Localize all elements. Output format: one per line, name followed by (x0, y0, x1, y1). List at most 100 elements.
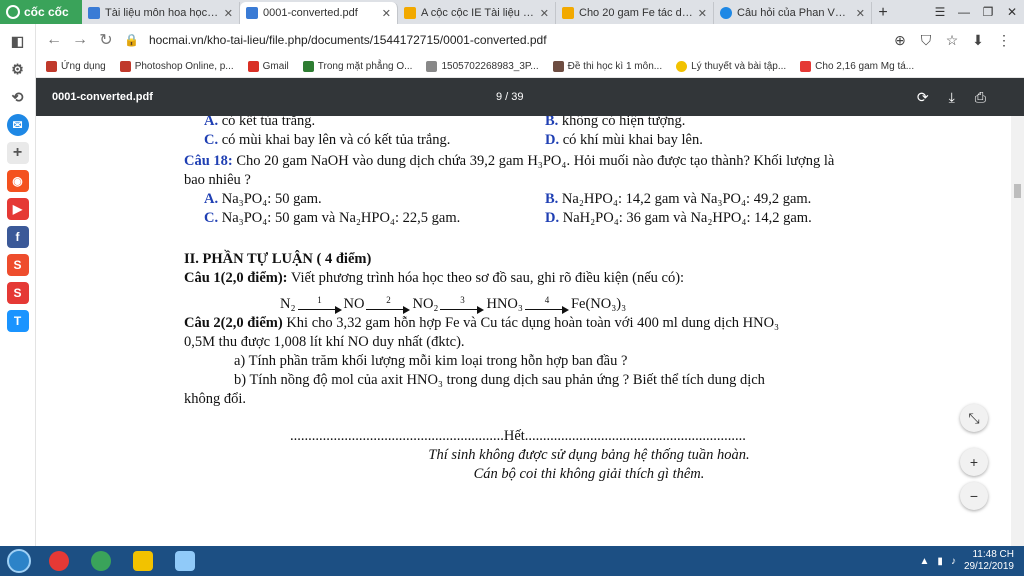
browser-sidebar: ◧ ⚙ ⟲ ✉ + ◉ ▶ f S S T (0, 24, 36, 546)
bookmark-favicon-icon (676, 61, 688, 72)
reload-icon[interactable]: ↻ (98, 30, 114, 50)
essay-question-2a: a) Tính phần trăm khối lượng mỗi kim loạ… (234, 353, 628, 369)
bookmark-item[interactable]: Ứng dụng (46, 61, 106, 72)
bookmark-item[interactable]: Đề thi học kì 1 môn... (552, 61, 662, 72)
bookmark-item[interactable]: Gmail (247, 61, 289, 72)
menu-icon[interactable]: ☰ (928, 0, 952, 24)
essay-question-1: Câu 1(2,0 điểm): Viết phương trình hóa h… (184, 270, 685, 286)
messenger-icon[interactable]: ✉ (6, 114, 29, 136)
tab-title: Tài liệu môn hoa học lớp 11 (105, 7, 219, 19)
tab-strip: cốc cốc Tài liệu môn hoa học lớp 11 ✕ 00… (0, 0, 1024, 24)
tray-arrow-icon[interactable]: ▲ (920, 556, 930, 567)
tab-close-icon[interactable]: ✕ (698, 7, 707, 20)
tab-favicon-icon (720, 7, 732, 19)
pdf-toolbar: 0001-converted.pdf 9 / 39 ⟳ ⤓ ⎙ (36, 78, 1024, 116)
settings-gear-icon[interactable]: ⚙ (7, 58, 29, 80)
tab-5[interactable]: Câu hỏi của Phan Văn Kha - ✕ (714, 2, 872, 24)
pdf-page: A. có kết tủa trắng. B. không có hiện tư… (184, 116, 884, 484)
close-window-icon[interactable]: ✕ (1000, 0, 1024, 24)
new-tab-button[interactable]: + (872, 2, 894, 24)
media-app-icon[interactable]: ◉ (6, 170, 29, 192)
bookmark-favicon-icon (800, 61, 812, 72)
tab-favicon-icon (88, 7, 100, 19)
taskbar-app[interactable] (122, 547, 164, 575)
forward-arrow-icon[interactable]: → (72, 31, 88, 49)
paint-icon (175, 551, 195, 571)
question-18: Câu 18: Cho 20 gam NaOH vào dung dịch ch… (184, 153, 835, 169)
reaction-arrow: 2 (366, 296, 411, 314)
vertical-scrollbar[interactable] (1011, 116, 1024, 546)
reaction-arrow: 4 (524, 296, 569, 314)
tab-title: A cộc cộc IE Tài liệu môn họ (421, 7, 535, 19)
zoom-icon[interactable]: ⊕ (892, 32, 908, 49)
fit-page-icon: ⤡ (968, 409, 980, 426)
address-tools: ⊕ ⛉ ☆ ⬇ ⋮ (892, 32, 1024, 49)
history-icon[interactable]: ⟲ (7, 86, 29, 108)
tiki-icon[interactable]: T (6, 310, 29, 332)
bookmark-item[interactable]: Lý thuyết và bài tập... (676, 61, 786, 72)
lock-icon[interactable]: 🔒 (124, 33, 139, 47)
apps-grid-icon (46, 61, 57, 72)
chrome-icon (49, 551, 69, 571)
tab-close-icon[interactable]: ✕ (382, 7, 391, 20)
youtube-icon[interactable]: ▶ (6, 198, 29, 220)
answer-row: C. Na₃PO₄: 50 gam và Na₂HPO₄: 22,5 gam. … (204, 210, 812, 226)
answer-row: A. có kết tủa trắng. B. không có hiện tư… (204, 116, 686, 129)
tab-3[interactable]: A cộc cộc IE Tài liệu môn họ ✕ (398, 2, 556, 24)
network-icon[interactable]: ▮ (937, 556, 943, 567)
bookmark-item[interactable]: 1505702268983_3P... (426, 61, 539, 72)
taskbar-app[interactable] (80, 547, 122, 575)
back-arrow-icon[interactable]: ← (46, 31, 62, 49)
facebook-icon[interactable]: f (6, 226, 29, 248)
tab-2[interactable]: 0001-converted.pdf ✕ (240, 2, 398, 24)
shopee-icon[interactable]: S (6, 254, 29, 276)
tab-close-icon[interactable]: ✕ (224, 7, 233, 20)
scrollbar-thumb[interactable] (1014, 184, 1021, 198)
bookmark-item[interactable]: Photoshop Online, p... (119, 61, 234, 72)
minimize-icon[interactable]: — (952, 0, 976, 24)
taskbar-app[interactable] (164, 547, 206, 575)
tab-1[interactable]: Tài liệu môn hoa học lớp 11 ✕ (82, 2, 240, 24)
bookmarks-bar: Ứng dụng Photoshop Online, p... Gmail Tr… (36, 56, 1024, 78)
brand-label: cốc cốc (24, 5, 69, 19)
bookmark-item[interactable]: Trong mặt phẳng O... (302, 61, 412, 72)
page-indicator[interactable]: 9 / 39 (496, 91, 576, 103)
zoom-out-button[interactable]: − (960, 482, 988, 510)
system-tray: ▲ ▮ ♪ 11:48 CH 29/12/2019 (920, 549, 1024, 573)
bookmark-star-icon[interactable]: ☆ (944, 32, 960, 49)
pdf-viewer[interactable]: A. có kết tủa trắng. B. không có hiện tư… (36, 116, 1011, 546)
volume-icon[interactable]: ♪ (951, 556, 956, 567)
shield-icon[interactable]: ⛉ (918, 32, 934, 49)
taskbar-app[interactable] (38, 547, 80, 575)
tab-4[interactable]: Cho 20 gam Fe tác dụng với ✕ (556, 2, 714, 24)
maximize-icon[interactable]: ❐ (976, 0, 1000, 24)
add-sidebar-app-icon[interactable]: + (6, 142, 29, 164)
coccoc-icon (91, 551, 111, 571)
answer-row: C. có mùi khai bay lên và có kết tủa trắ… (204, 132, 703, 148)
essay-question-2-cont: 0,5M thu được 1,008 lít khí NO duy nhất … (184, 334, 465, 350)
bookmark-favicon-icon (426, 61, 438, 72)
reaction-scheme: N₂ 1 NO 2 NO₂ 3 HNO₃ 4 Fe(NO₃)₃ (280, 295, 627, 314)
zoom-in-button[interactable]: + (960, 448, 988, 476)
tab-favicon-icon (246, 7, 258, 19)
tab-title: Câu hỏi của Phan Văn Kha - (737, 7, 851, 19)
sendo-icon[interactable]: S (6, 282, 29, 304)
essay-question-2b: b) Tính nồng độ mol của axit HNO₃ trong … (234, 372, 765, 388)
rotate-icon[interactable]: ⟳ (917, 89, 929, 106)
clock[interactable]: 11:48 CH 29/12/2019 (964, 549, 1014, 573)
start-button[interactable] (0, 546, 38, 576)
fit-page-button[interactable]: ⤡ (960, 404, 988, 432)
bookmark-item[interactable]: Cho 2,16 gam Mg tá... (800, 61, 914, 72)
browser-brand[interactable]: cốc cốc (0, 0, 82, 24)
tab-close-icon[interactable]: ✕ (540, 7, 549, 20)
tab-close-icon[interactable]: ✕ (856, 7, 865, 20)
pdf-download-icon[interactable]: ⤓ (949, 89, 955, 106)
sidebar-toggle-icon[interactable]: ◧ (7, 30, 29, 52)
url-field[interactable]: hocmai.vn/kho-tai-lieu/file.php/document… (149, 33, 882, 47)
download-icon[interactable]: ⬇ (970, 32, 986, 49)
windows-logo-icon (7, 549, 31, 573)
more-menu-icon[interactable]: ⋮ (996, 32, 1012, 49)
print-icon[interactable]: ⎙ (975, 89, 986, 106)
tab-title: Cho 20 gam Fe tác dụng với (579, 7, 693, 19)
tab-favicon-icon (404, 7, 416, 19)
